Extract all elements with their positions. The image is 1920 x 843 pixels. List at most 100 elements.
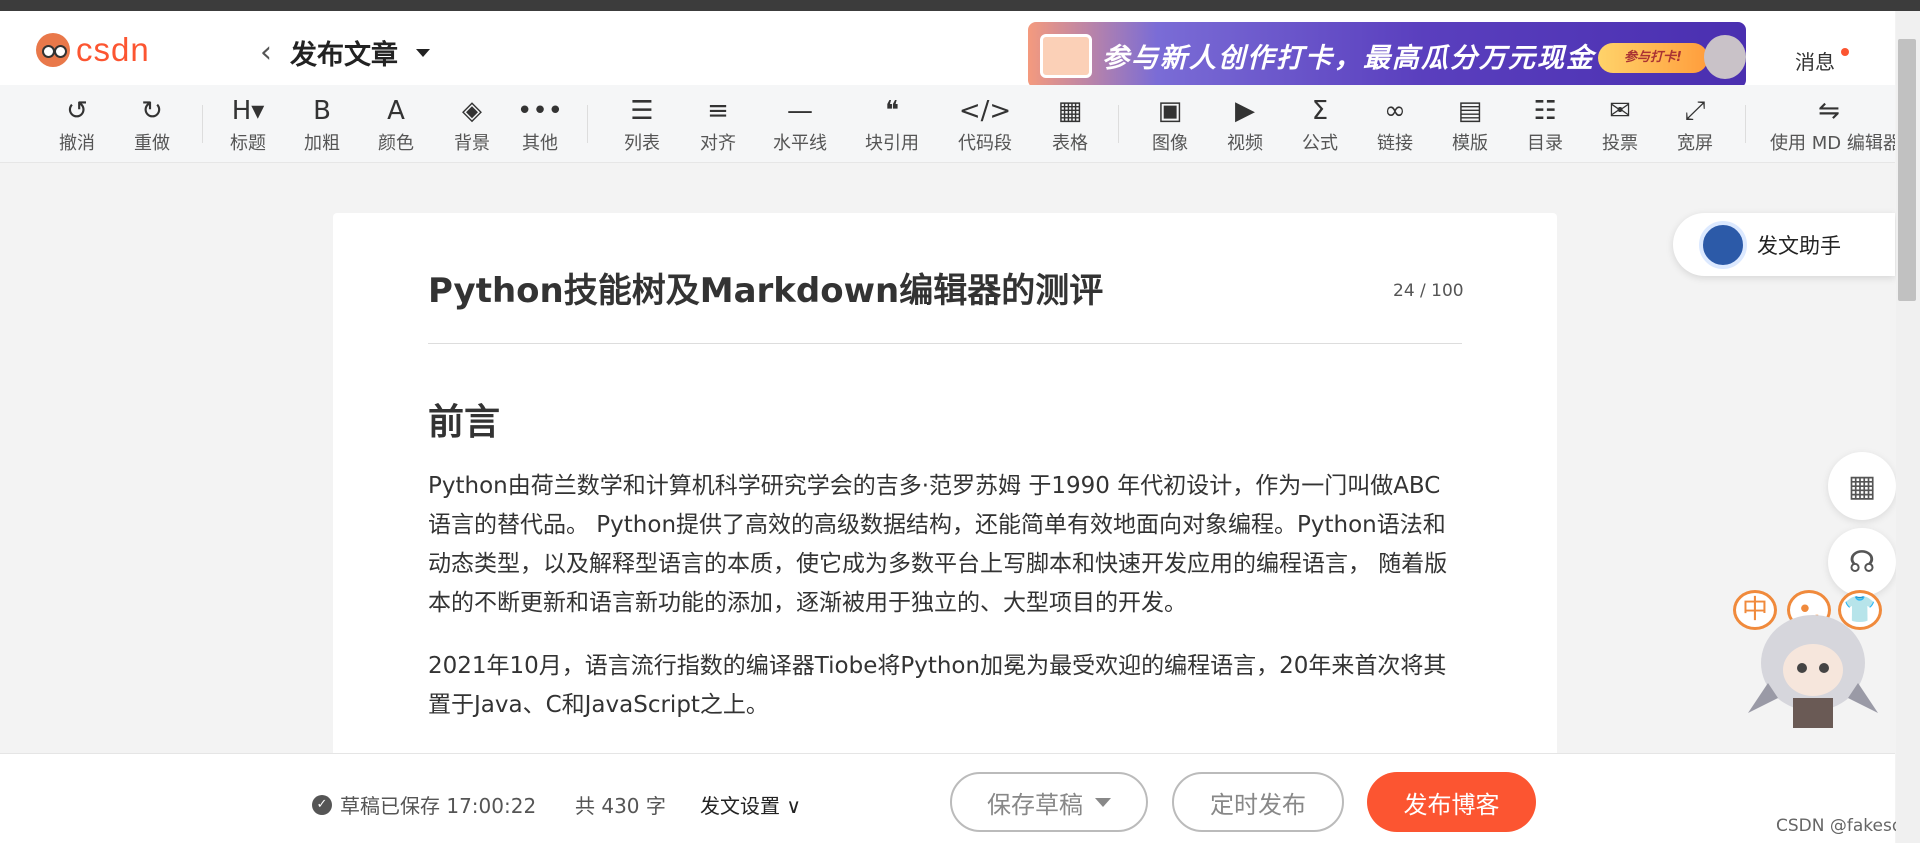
toolbar-label: 表格 (1052, 133, 1088, 154)
toolbar-label: 宽屏 (1677, 133, 1713, 154)
hr-icon: — (787, 96, 813, 126)
monkey-logo-icon (36, 33, 70, 67)
toolbar-toc-button[interactable]: ☷ 目录 (1505, 95, 1585, 155)
toolbar-quote-button[interactable]: ❝ 块引用 (852, 95, 932, 155)
toolbar-label: 标题 (230, 133, 266, 154)
toolbar-label: 水平线 (773, 133, 827, 154)
editor-toolbar: ↺ 撤消 ↻ 重做 H▾ 标题 B 加粗 A 颜色 ◈ 背景 ••• 其他 ☰ 列表 ≡ 对齐 — 水平线 ❝ 块引用 </… (0, 85, 1895, 163)
toolbar-redo-button[interactable]: ↻ 重做 (112, 95, 192, 155)
quote-icon: ❝ (885, 96, 899, 126)
article-heading[interactable]: 前言 (428, 393, 500, 445)
promo-banner[interactable]: 参与新人创作打卡，最高瓜分万元现金 参与打卡! (1028, 22, 1746, 88)
toolbar-label: 代码段 (958, 133, 1012, 154)
article-paragraph[interactable]: 2021年10月，语言流行指数的编译器Tiobe将Python加冕为最受欢迎的编… (428, 647, 1462, 725)
toolbar-label: 使用 MD 编辑器 (1770, 133, 1895, 154)
writing-assistant-button[interactable]: 发文助手 (1673, 213, 1895, 276)
notification-dot (1841, 48, 1849, 56)
top-header: csdn ‹ 发布文章 参与新人创作打卡，最高瓜分万元现金 参与打卡! 消息 (0, 11, 1895, 88)
schedule-publish-button[interactable]: 定时发布 (1172, 772, 1344, 832)
toolbar-label: 投票 (1602, 133, 1638, 154)
toolbar-code-button[interactable]: </> 代码段 (945, 95, 1025, 155)
toolbar-link-button[interactable]: ∞ 链接 (1355, 95, 1435, 155)
toolbar-label: 链接 (1377, 133, 1413, 154)
headset-icon: ☊ (1848, 544, 1876, 580)
scrollbar-thumb[interactable] (1898, 39, 1916, 301)
watermark: CSDN @fakesd (1776, 816, 1903, 836)
toolbar-formula-button[interactable]: Σ 公式 (1280, 95, 1360, 155)
toolbar-separator (1745, 105, 1746, 143)
toolbar-widescreen-button[interactable]: ⤢ 宽屏 (1655, 95, 1735, 155)
banner-avatar (1704, 35, 1746, 79)
page-title[interactable]: 发布文章 (290, 33, 398, 72)
publish-blog-button[interactable]: 发布博客 (1367, 772, 1536, 832)
heading-icon: H▾ (231, 96, 265, 126)
more-icon: ••• (516, 96, 563, 126)
toolbar-label: 列表 (624, 133, 660, 154)
toolbar-color-button[interactable]: A 颜色 (356, 95, 436, 155)
toolbar-table-button[interactable]: ▦ 表格 (1030, 95, 1110, 155)
toolbar-list-button[interactable]: ☰ 列表 (602, 95, 682, 155)
toolbar-label: 模版 (1452, 133, 1488, 154)
toolbar-align-button[interactable]: ≡ 对齐 (678, 95, 758, 155)
vote-icon: ✉ (1609, 96, 1631, 126)
md-switch-icon: ⇋ (1818, 96, 1840, 126)
publish-settings-dropdown[interactable]: 发文设置 ∨ (700, 790, 801, 819)
toolbar-label: 图像 (1152, 133, 1188, 154)
toolbar-label: 重做 (134, 133, 170, 154)
toolbar-image-button[interactable]: ▣ 图像 (1130, 95, 1210, 155)
toolbar-label: 其他 (522, 133, 558, 154)
article-paragraph[interactable]: Python由荷兰数学和计算机科学研究学会的吉多·范罗苏姆 于1990 年代初设… (428, 467, 1462, 623)
assistant-icon (1699, 220, 1747, 269)
widescreen-icon: ⤢ (1684, 96, 1706, 126)
publish-settings-label: 发文设置 (700, 794, 780, 818)
bottom-bar: ✓ 草稿已保存 17:00:22 共 430 字 发文设置 ∨ 保存草稿 定时发… (0, 753, 1895, 843)
formula-icon: Σ (1311, 96, 1329, 126)
table-icon: ▦ (1057, 96, 1083, 126)
title-char-count: 24 / 100 (1393, 281, 1464, 301)
toolbar-hr-button[interactable]: — 水平线 (760, 95, 840, 155)
toolbar-separator (587, 105, 588, 143)
support-button[interactable]: ☊ (1828, 528, 1896, 596)
link-icon: ∞ (1384, 96, 1406, 126)
toolbar-template-button[interactable]: ▤ 模版 (1430, 95, 1510, 155)
toolbar-separator (1118, 105, 1119, 143)
chevron-down-icon[interactable] (416, 48, 430, 57)
undo-icon: ↺ (66, 96, 88, 126)
toolbar-undo-button[interactable]: ↺ 撤消 (37, 95, 117, 155)
scrollbar[interactable] (1896, 11, 1920, 843)
toolbar-md-switch-button[interactable]: ⇋ 使用 MD 编辑器 (1770, 95, 1895, 155)
list-icon: ☰ (630, 96, 654, 126)
editor-canvas[interactable]: Python技能树及Markdown编辑器的测评 24 / 100 前言 Pyt… (333, 213, 1557, 843)
toolbar-bold-button[interactable]: B 加粗 (282, 95, 362, 155)
video-icon: ▶ (1235, 96, 1255, 126)
toolbar-label: 对齐 (700, 133, 736, 154)
toolbar-more-button[interactable]: ••• 其他 (500, 95, 580, 155)
toolbar-label: 公式 (1302, 133, 1338, 154)
toolbar-label: 块引用 (865, 133, 919, 154)
page-heading: ‹ 发布文章 (256, 33, 430, 72)
toolbar-label: 撤消 (59, 133, 95, 154)
template-icon: ▤ (1457, 96, 1483, 126)
toolbar-video-button[interactable]: ▶ 视频 (1205, 95, 1285, 155)
mascot-character[interactable] (1738, 588, 1888, 733)
toolbar-heading-button[interactable]: H▾ 标题 (208, 95, 288, 155)
save-draft-label: 保存草稿 (987, 790, 1083, 819)
redo-icon: ↻ (141, 96, 163, 126)
check-circle-icon: ✓ (312, 794, 332, 815)
qrcode-button[interactable]: ▦ (1828, 452, 1896, 520)
toolbar-vote-button[interactable]: ✉ 投票 (1580, 95, 1660, 155)
article-title-input[interactable]: Python技能树及Markdown编辑器的测评 (428, 263, 1103, 312)
toolbar-label: 视频 (1227, 133, 1263, 154)
csdn-logo[interactable]: csdn (36, 31, 150, 69)
save-draft-button[interactable]: 保存草稿 (950, 772, 1148, 832)
image-icon: ▣ (1157, 96, 1183, 126)
chevron-down-icon: ∨ (780, 794, 801, 818)
calendar-illustration-icon (1040, 34, 1092, 78)
caret-down-icon[interactable] (1095, 797, 1111, 807)
banner-cta-button[interactable]: 参与打卡! (1598, 43, 1708, 73)
toolbar-label: 目录 (1527, 133, 1563, 154)
back-chevron-icon[interactable]: ‹ (256, 35, 276, 70)
messages-link[interactable]: 消息 (1795, 46, 1835, 75)
align-icon: ≡ (707, 96, 729, 126)
color-icon: A (387, 96, 405, 126)
